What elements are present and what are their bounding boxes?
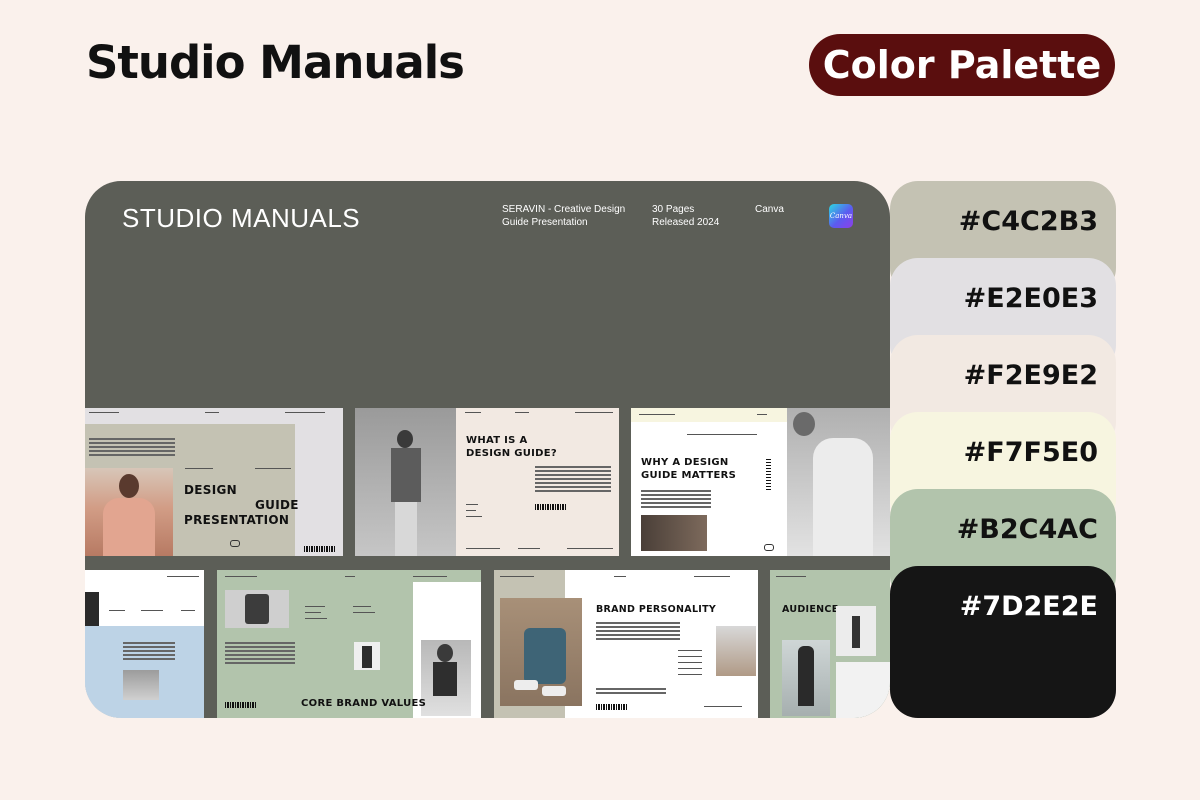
coat-model-photo (782, 640, 830, 716)
portrait-photo (354, 642, 380, 670)
slide1-title-line2: GUIDE (255, 498, 299, 512)
platform: Canva (755, 203, 784, 216)
slide-why-a-design-guide-matters: WHY A DESIGN GUIDE MATTERS (631, 408, 890, 556)
graphic-tee-model-photo (421, 640, 471, 716)
template-name-line2: Guide Presentation (502, 217, 588, 228)
barcode-graphic (304, 546, 336, 552)
template-info: 30 Pages Released 2024 (652, 203, 719, 229)
template-name: SERAVIN - Creative Design Guide Presenta… (502, 203, 625, 229)
bw-model-photo (355, 408, 456, 556)
tshirt-model-photo (787, 408, 890, 556)
slide2-title-line2: DESIGN GUIDE? (466, 448, 557, 459)
release-year: Released 2024 (652, 217, 720, 228)
hat-model-photo (123, 670, 159, 700)
canva-logo-icon: Canva (829, 204, 853, 228)
template-name-line1: SERAVIN - Creative Design (502, 204, 626, 215)
template-preview-card: STUDIO MANUALS SERAVIN - Creative Design… (85, 181, 890, 718)
color-palette-badge: Color Palette (809, 34, 1115, 96)
slide3-title-line2: GUIDE MATTERS (641, 470, 737, 481)
slide5-title: CORE BRAND VALUES (301, 698, 427, 709)
swatch-hex-label: #F7F5E0 (963, 437, 1098, 468)
slide-audience: AUDIENCE (770, 570, 890, 718)
slide-what-is-a-design-guide: WHAT IS A DESIGN GUIDE? (355, 408, 619, 556)
preview-title: STUDIO MANUALS (122, 203, 361, 233)
color-palette-badge-label: Color Palette (822, 43, 1102, 87)
slide1-title-line1: DESIGN (184, 483, 237, 497)
slide3-title-line1: WHY A DESIGN (641, 457, 729, 468)
canva-logo-text: Canva (829, 212, 853, 220)
page-title: Studio Manuals (86, 36, 465, 89)
swatch-7d2e2e: #7D2E2E (890, 566, 1116, 718)
platform-label: Canva (755, 204, 784, 215)
swatch-hex-label: #C4C2B3 (958, 206, 1098, 237)
slide-design-guide-presentation: DESIGN GUIDE PRESENTATION (85, 408, 343, 556)
page-count: 30 Pages (652, 204, 695, 215)
swatch-hex-label: #B2C4AC (956, 514, 1098, 545)
slide-brand-personality: BRAND PERSONALITY (494, 570, 758, 718)
swatch-hex-label: #E2E0E3 (963, 283, 1098, 314)
tshirt-flatlay-photo (225, 590, 289, 628)
slide-partial-left (85, 570, 204, 718)
building-photo (716, 626, 756, 676)
slide7-title: AUDIENCE (782, 604, 839, 615)
slide-core-brand-values: CORE BRAND VALUES (217, 570, 481, 718)
hoodie-model-photo (85, 468, 173, 556)
slide1-title-line3: PRESENTATION (184, 513, 290, 527)
jacket-model-photo (641, 515, 707, 551)
swatch-hex-label: #F2E9E2 (963, 360, 1098, 391)
swatch-hex-label: #7D2E2E (959, 591, 1098, 622)
walking-model-photo (836, 606, 876, 656)
slide2-title-line1: WHAT IS A (466, 435, 528, 446)
slide6-title: BRAND PERSONALITY (596, 604, 717, 615)
sneakers-model-photo (500, 598, 582, 706)
